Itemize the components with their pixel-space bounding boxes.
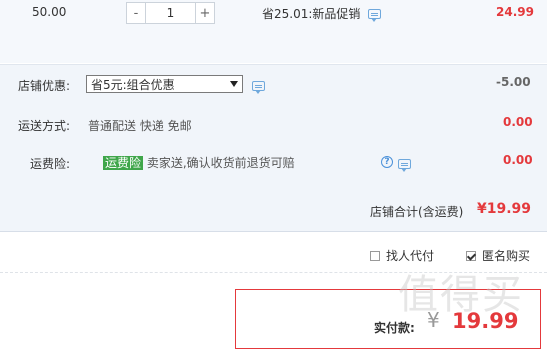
shipping-insurance-tag: 运费险: [103, 156, 144, 170]
shop-subtotal-label: 店铺合计(含运费): [370, 205, 464, 219]
shipping-insurance-label: 运费险:: [30, 157, 71, 171]
shop-subtotal-value: ¥19.99: [477, 201, 532, 217]
quantity-input[interactable]: 1: [146, 2, 195, 24]
anonymous-buy-checkbox[interactable]: [466, 250, 476, 261]
shipping-insurance-value: 0.00: [503, 153, 533, 167]
chat-icon[interactable]: [397, 159, 411, 172]
shop-summary-section: [0, 64, 547, 232]
proxy-pay-checkbox[interactable]: [370, 250, 380, 261]
chat-icon[interactable]: [368, 9, 382, 22]
payment-currency: ¥: [427, 308, 440, 332]
dropdown-arrow-icon: [230, 81, 238, 87]
quantity-decrease-button[interactable]: -: [126, 2, 146, 24]
shipping-insurance-text: 卖家送,确认收货前退货可赔: [146, 156, 295, 170]
item-promotion: 省25.01:新品促销: [262, 5, 382, 22]
shop-discount-value: -5.00: [496, 75, 531, 89]
shipping-method-label: 运送方式:: [18, 119, 71, 133]
shipping-insurance-info: 运费险 卖家送,确认收货前退货可赔: [103, 154, 295, 171]
promotion-text: 省25.01:新品促销: [262, 7, 361, 21]
shipping-value: 0.00: [503, 115, 533, 129]
item-unit-price: 50.00: [32, 5, 67, 19]
help-icon[interactable]: ?: [381, 156, 393, 168]
shop-discount-selected: 省5元:组合优惠: [91, 77, 175, 92]
quantity-stepper[interactable]: - 1 +: [126, 2, 215, 24]
payment-label: 实付款:: [374, 321, 415, 335]
shipping-method-text: 普通配送 快递 免邮: [88, 119, 192, 133]
shop-discount-select[interactable]: 省5元:组合优惠: [86, 75, 243, 93]
quantity-increase-button[interactable]: +: [195, 2, 215, 24]
shop-discount-label: 店铺优惠:: [18, 79, 71, 93]
chat-icon[interactable]: [252, 81, 265, 94]
item-total-price: 24.99: [496, 5, 534, 19]
payment-amount: 19.99: [452, 309, 519, 333]
